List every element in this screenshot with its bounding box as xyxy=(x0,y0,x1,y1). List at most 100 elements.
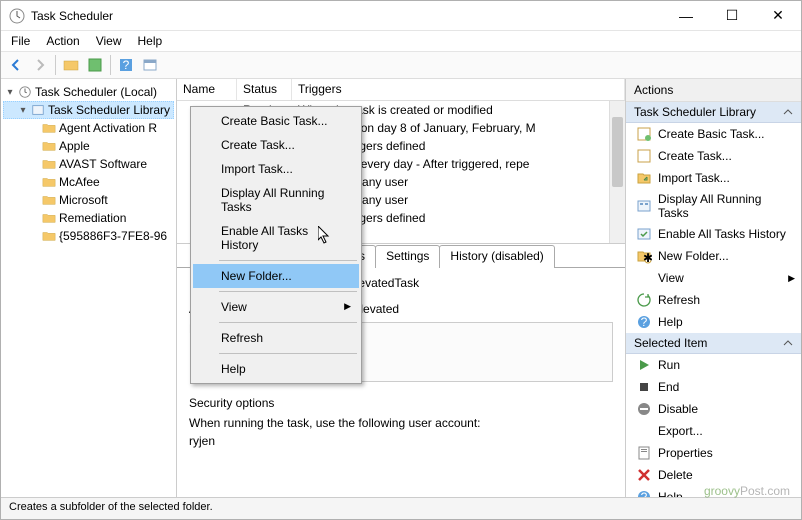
action-item[interactable]: Create Basic Task... xyxy=(626,123,801,145)
ctx-item[interactable]: Create Basic Task... xyxy=(193,109,359,133)
ctx-refresh[interactable]: Refresh xyxy=(193,326,359,350)
tree-item-label: Agent Activation R xyxy=(59,121,157,135)
context-menu[interactable]: Create Basic Task...Create Task...Import… xyxy=(190,106,362,384)
action-item[interactable]: Display All Running Tasks xyxy=(626,189,801,223)
tree-item-label: {595886F3-7FE8-96 xyxy=(59,229,167,243)
ctx-item[interactable]: Display All Running Tasks xyxy=(193,181,359,219)
folder-icon xyxy=(41,121,57,135)
back-button[interactable] xyxy=(5,54,27,76)
menu-action[interactable]: Action xyxy=(40,32,85,50)
col-status[interactable]: Status xyxy=(237,79,292,100)
folder-icon xyxy=(41,229,57,243)
toolbar-separator xyxy=(110,55,111,75)
actions-panel: Actions Task Scheduler Library Create Ba… xyxy=(626,79,801,497)
minimize-button[interactable]: — xyxy=(663,1,709,31)
titlebar: Task Scheduler — ☐ ✕ xyxy=(1,1,801,31)
tree-library[interactable]: ▾ Task Scheduler Library xyxy=(3,101,174,119)
folder-icon xyxy=(41,175,57,189)
scrollbar-thumb[interactable] xyxy=(612,117,623,187)
action-item[interactable]: Run xyxy=(626,354,801,376)
ctx-item[interactable]: Import Task... xyxy=(193,157,359,181)
menu-separator xyxy=(219,291,357,292)
tree-library-label: Task Scheduler Library xyxy=(48,103,170,117)
tree-item[interactable]: McAfee xyxy=(3,173,174,191)
svg-text:?: ? xyxy=(123,58,130,72)
toolbar-pane-icon[interactable] xyxy=(139,54,161,76)
action-item[interactable]: View▶ xyxy=(626,267,801,289)
tree-item-label: McAfee xyxy=(59,175,100,189)
tree-panel[interactable]: ▾ Task Scheduler (Local) ▾ Task Schedule… xyxy=(1,79,177,497)
col-name[interactable]: Name xyxy=(177,79,237,100)
tree-item[interactable]: Remediation xyxy=(3,209,174,227)
library-icon xyxy=(30,103,46,117)
folder-icon xyxy=(41,157,57,171)
tree-item[interactable]: Apple xyxy=(3,137,174,155)
tree-root[interactable]: ▾ Task Scheduler (Local) xyxy=(3,83,174,101)
toolbar-run-icon[interactable] xyxy=(84,54,106,76)
action-item[interactable]: Disable xyxy=(626,398,801,420)
action-item[interactable]: Export... xyxy=(626,420,801,442)
action-icon xyxy=(636,423,652,439)
ctx-new-folder[interactable]: New Folder... xyxy=(193,264,359,288)
ctx-view[interactable]: View▶ xyxy=(193,295,359,319)
toolbar-separator xyxy=(55,55,56,75)
action-item[interactable]: Delete xyxy=(626,464,801,486)
col-triggers[interactable]: Triggers xyxy=(292,79,625,100)
action-item[interactable]: Refresh xyxy=(626,289,801,311)
expand-icon[interactable]: ▾ xyxy=(5,87,15,98)
action-item[interactable]: Enable All Tasks History xyxy=(626,223,801,245)
action-item[interactable]: End xyxy=(626,376,801,398)
tree-item-label: Remediation xyxy=(59,211,126,225)
actions-section-library[interactable]: Task Scheduler Library xyxy=(626,102,801,123)
tab-settings[interactable]: Settings xyxy=(375,245,440,268)
action-item[interactable]: Import Task... xyxy=(626,167,801,189)
menubar: File Action View Help xyxy=(1,31,801,51)
action-item[interactable]: ✱New Folder... xyxy=(626,245,801,267)
close-button[interactable]: ✕ xyxy=(755,1,801,31)
maximize-button[interactable]: ☐ xyxy=(709,1,755,31)
tree-item[interactable]: AVAST Software xyxy=(3,155,174,173)
actions-section-selected[interactable]: Selected Item xyxy=(626,333,801,354)
collapse-icon[interactable] xyxy=(783,338,793,348)
action-icon: ✱ xyxy=(636,248,652,264)
menu-view[interactable]: View xyxy=(90,32,128,50)
menu-file[interactable]: File xyxy=(5,32,36,50)
security-text: When running the task, use the following… xyxy=(189,416,613,430)
menu-help[interactable]: Help xyxy=(132,32,169,50)
tree-item[interactable]: {595886F3-7FE8-96 xyxy=(3,227,174,245)
tree-item-label: Microsoft xyxy=(59,193,108,207)
svg-text:✱: ✱ xyxy=(643,251,652,264)
expand-icon[interactable]: ▾ xyxy=(18,105,28,116)
action-item[interactable]: ?Help xyxy=(626,311,801,333)
action-icon xyxy=(636,226,652,242)
toolbar-help-icon[interactable]: ? xyxy=(115,54,137,76)
action-icon xyxy=(636,126,652,142)
submenu-arrow-icon: ▶ xyxy=(788,273,795,284)
actions-title: Actions xyxy=(626,79,801,102)
scrollbar[interactable] xyxy=(609,101,625,243)
action-icon xyxy=(636,148,652,164)
action-icon xyxy=(636,270,652,286)
action-icon xyxy=(636,445,652,461)
main-body: ▾ Task Scheduler (Local) ▾ Task Schedule… xyxy=(1,79,801,497)
ctx-item[interactable]: Enable All Tasks History xyxy=(193,219,359,257)
tree-item[interactable]: Agent Activation R xyxy=(3,119,174,137)
security-label: Security options xyxy=(189,396,613,410)
action-item[interactable]: Properties xyxy=(626,442,801,464)
collapse-icon[interactable] xyxy=(783,107,793,117)
tree-root-label: Task Scheduler (Local) xyxy=(35,85,157,99)
app-window: Task Scheduler — ☐ ✕ File Action View He… xyxy=(0,0,802,520)
list-header[interactable]: Name Status Triggers xyxy=(177,79,625,101)
window-title: Task Scheduler xyxy=(31,9,663,23)
toolbar-folder-icon[interactable] xyxy=(60,54,82,76)
tab-history[interactable]: History (disabled) xyxy=(439,245,554,268)
forward-button[interactable] xyxy=(29,54,51,76)
ctx-help[interactable]: Help xyxy=(193,357,359,381)
ctx-item[interactable]: Create Task... xyxy=(193,133,359,157)
menu-separator xyxy=(219,353,357,354)
action-icon xyxy=(636,379,652,395)
folder-icon xyxy=(41,193,57,207)
action-item[interactable]: Create Task... xyxy=(626,145,801,167)
security-user: ryjen xyxy=(189,434,613,448)
tree-item[interactable]: Microsoft xyxy=(3,191,174,209)
